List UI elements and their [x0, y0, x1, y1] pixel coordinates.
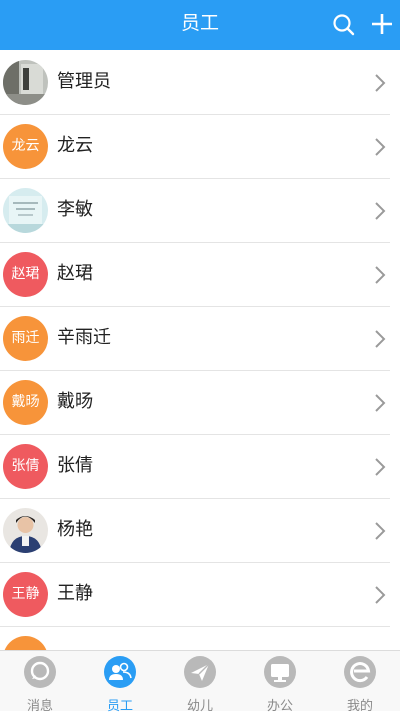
employee-row[interactable]: 赵珺 赵珺	[0, 243, 400, 307]
employee-name: 李敏	[57, 199, 93, 220]
search-button[interactable]	[331, 12, 357, 38]
employee-name: 辛雨迁	[57, 327, 111, 348]
row-chevron	[373, 137, 387, 157]
row-chevron	[373, 521, 387, 541]
avatar-initials: 戴旸	[11, 394, 40, 410]
profile-e-icon	[343, 655, 377, 689]
employee-row[interactable]: 杨艳	[0, 499, 400, 563]
chevron-right-icon	[375, 458, 386, 476]
employee-row[interactable]: 戴旸 戴旸	[0, 371, 400, 435]
chevron-right-icon	[375, 74, 386, 92]
employee-row[interactable]: 雨迁 辛雨迁	[0, 307, 400, 371]
staff-icon	[103, 655, 137, 689]
top-bar: 员工	[0, 0, 400, 50]
row-chevron	[373, 393, 387, 413]
avatar	[3, 636, 48, 650]
chevron-right-icon	[375, 138, 386, 156]
tab-label: 消息	[26, 699, 53, 714]
message-icon	[23, 655, 57, 689]
avatar: 张倩	[3, 444, 48, 489]
employee-name: 张倩	[57, 455, 93, 476]
employee-row[interactable]: 龙云 龙云	[0, 115, 400, 179]
row-chevron	[373, 265, 387, 285]
avatar: 王静	[3, 572, 48, 617]
employee-name: 赵珺	[57, 263, 93, 284]
tab-3[interactable]: 幼儿	[160, 651, 240, 714]
tab-label: 办公	[266, 699, 293, 714]
employee-row[interactable]	[0, 627, 400, 650]
tab-label: 我的	[346, 699, 373, 714]
row-chevron	[373, 329, 387, 349]
monitor-icon	[263, 655, 297, 689]
employee-name: 管理员	[57, 71, 111, 92]
avatar-initials: 雨迁	[11, 330, 40, 346]
avatar: 龙云	[3, 124, 48, 169]
employee-row[interactable]: 李敏	[0, 179, 400, 243]
employee-name: 王静	[57, 583, 93, 604]
chevron-right-icon	[375, 522, 386, 540]
avatar	[3, 508, 48, 553]
tab-4[interactable]: 办公	[240, 651, 320, 714]
row-chevron	[373, 457, 387, 477]
tab-label: 幼儿	[186, 699, 213, 714]
employee-name: 杨艳	[57, 519, 93, 540]
employee-name: 戴旸	[57, 391, 93, 412]
tab-2[interactable]: 员工	[80, 651, 160, 714]
search-icon	[333, 14, 355, 36]
avatar-initials: 龙云	[11, 138, 40, 154]
employee-row[interactable]: 王静 王静	[0, 563, 400, 627]
plus-icon	[372, 14, 392, 34]
chevron-right-icon	[375, 586, 386, 604]
add-employee-button[interactable]	[369, 11, 395, 37]
avatar	[3, 60, 48, 105]
row-chevron	[373, 585, 387, 605]
chevron-right-icon	[375, 330, 386, 348]
chevron-right-icon	[375, 202, 386, 220]
employee-name: 龙云	[57, 135, 93, 156]
avatar-initials: 赵珺	[11, 266, 40, 282]
employee-list: 管理员龙云 龙云李敏赵珺 赵珺雨迁 辛雨迁戴旸 戴旸张倩 张倩杨艳王静 王静	[0, 51, 400, 650]
avatar	[3, 188, 48, 233]
paper-plane-icon	[183, 655, 217, 689]
bottom-tab-bar: 消息 员工 幼儿 办公 我的	[0, 650, 400, 714]
employee-row[interactable]: 张倩 张倩	[0, 435, 400, 499]
row-chevron	[373, 73, 387, 93]
avatar-initials: 张倩	[11, 458, 40, 474]
chevron-right-icon	[375, 394, 386, 412]
avatar-initials: 王静	[11, 586, 40, 602]
tab-label: 员工	[106, 699, 133, 714]
row-chevron	[373, 201, 387, 221]
tab-5[interactable]: 我的	[320, 651, 400, 714]
employee-row[interactable]: 管理员	[0, 51, 400, 115]
avatar: 赵珺	[3, 252, 48, 297]
avatar: 戴旸	[3, 380, 48, 425]
tab-1[interactable]: 消息	[0, 651, 80, 714]
avatar: 雨迁	[3, 316, 48, 361]
chevron-right-icon	[375, 266, 386, 284]
